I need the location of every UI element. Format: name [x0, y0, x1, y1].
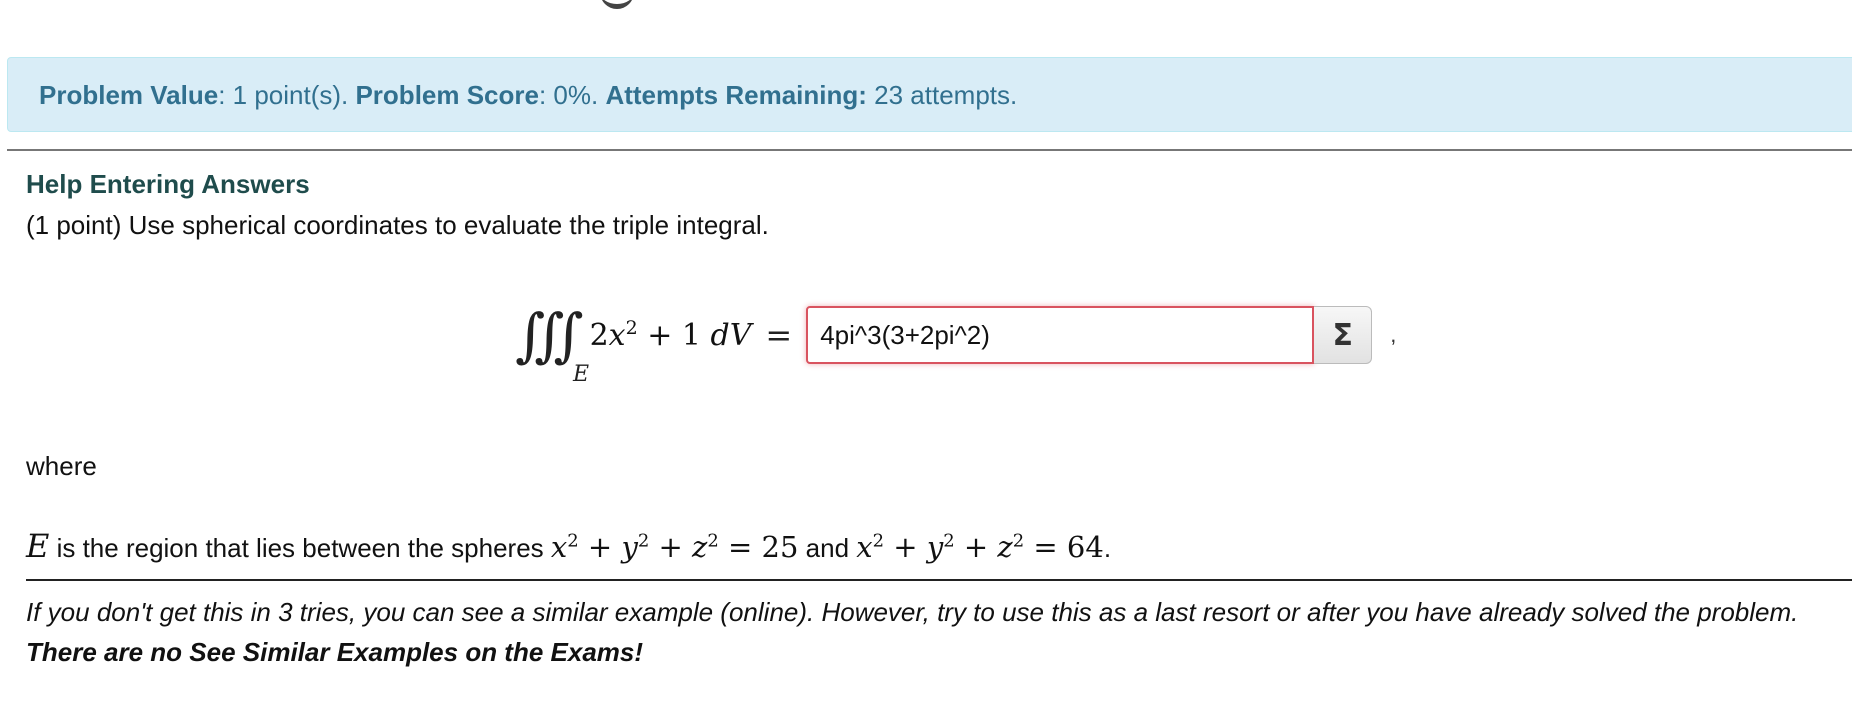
problem-value-text: : 1 point(s).	[218, 80, 356, 110]
answer-input[interactable]	[806, 306, 1315, 364]
integrand-expression: 2x2 + 1 dV	[589, 317, 752, 353]
problem-intro-text: (1 point) Use spherical coordinates to e…	[26, 210, 769, 240]
problem-value-label: Problem Value	[39, 80, 219, 110]
integral-equation-row: ∭E 2x2 + 1 dV = Σ ,	[515, 285, 1397, 387]
help-entering-answers-link[interactable]: Help Entering Answers	[26, 169, 310, 200]
attempts-remaining-label: Attempts Remaining:	[605, 80, 867, 110]
region-end-period: .	[1103, 533, 1112, 563]
region-symbol: E	[26, 527, 50, 565]
triple-integral-symbol: ∭ E	[515, 301, 590, 387]
problem-score-text: : 0%.	[538, 80, 606, 110]
sphere-equation-2: x2 + y2 + z2 = 64	[856, 530, 1104, 564]
and-text: and	[798, 533, 857, 563]
equals-sign: =	[765, 316, 793, 354]
region-text: is the region that lies between the sphe…	[49, 533, 551, 563]
problem-score-label: Problem Score	[355, 80, 539, 110]
section-divider	[7, 149, 1852, 151]
sphere-equation-1: x2 + y2 + z2 = 25	[550, 530, 799, 564]
sigma-icon: Σ	[1332, 317, 1353, 353]
equation-editor-button[interactable]: Σ	[1314, 306, 1373, 364]
footnote-warning: There are no See Similar Examples on the…	[26, 637, 644, 667]
attempts-remaining-text: 23 attempts.	[866, 80, 1018, 110]
integral-region-subscript: E	[573, 362, 590, 387]
region-description: E is the region that lies between the sp…	[26, 527, 1111, 565]
footnote-divider	[26, 579, 1852, 581]
where-text: where	[26, 451, 97, 481]
trailing-comma: ,	[1390, 322, 1397, 347]
webwork-problem-page: Problem Value: 1 point(s). Problem Score…	[0, 0, 1852, 727]
cropped-heading-glyph	[600, 0, 634, 9]
similar-example-footnote: If you don't get this in 3 tries, you ca…	[26, 592, 1836, 672]
problem-status-alert: Problem Value: 1 point(s). Problem Score…	[7, 57, 1852, 132]
footnote-text: If you don't get this in 3 tries, you ca…	[26, 597, 1799, 627]
